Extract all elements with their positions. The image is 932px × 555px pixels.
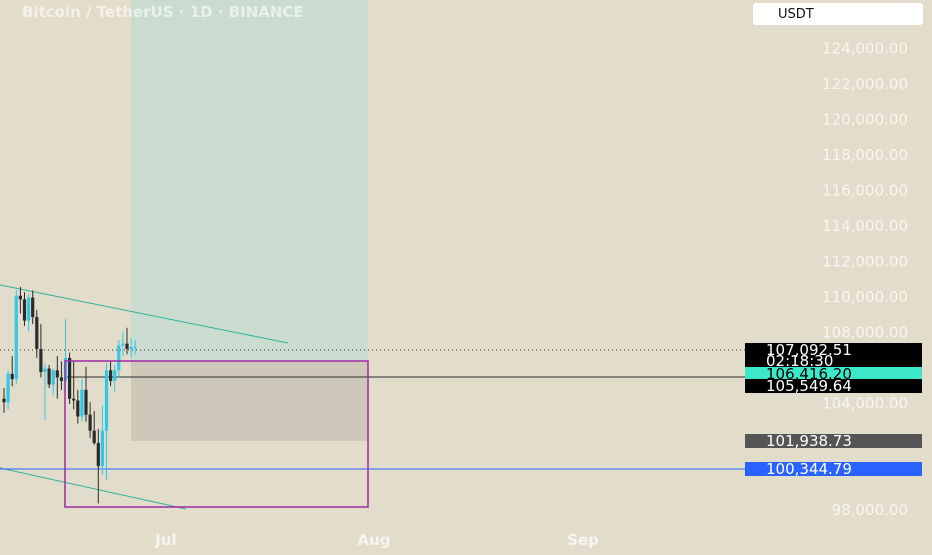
candle-body <box>117 345 121 371</box>
chart-title: Bitcoin / TetherUS · 1D · BINANCE <box>22 3 304 21</box>
candle-body <box>31 297 35 318</box>
candle-body <box>51 370 55 385</box>
candle-body <box>125 343 129 349</box>
candle-body <box>59 377 63 381</box>
candle-body <box>43 368 47 373</box>
candle-body <box>80 389 84 417</box>
price-tag-label: 100,344.79 <box>766 460 852 478</box>
candle-body <box>18 295 22 300</box>
candle-body <box>72 398 76 401</box>
candle-body <box>39 349 43 373</box>
candle-body <box>133 347 137 349</box>
y-axis-tick-label: 104,000.00 <box>822 394 908 412</box>
candle-body <box>68 357 72 399</box>
candlestick-chart[interactable]: Bitcoin / TetherUS · 1D · BINANCE USDT 1… <box>0 0 932 550</box>
currency-button[interactable]: USDT <box>778 7 814 22</box>
candle-body <box>55 370 59 378</box>
candle-body <box>2 398 6 403</box>
y-axis-tick-label: 112,000.00 <box>822 252 908 270</box>
y-axis-tick-label: 124,000.00 <box>822 39 908 57</box>
candle-body <box>35 317 39 349</box>
y-axis-tick-label: 120,000.00 <box>822 110 908 128</box>
candle-body <box>92 430 96 444</box>
y-axis-tick-label: 116,000.00 <box>822 181 908 199</box>
y-axis-tick-label: 98,000.00 <box>832 501 908 519</box>
chart-container[interactable]: Bitcoin / TetherUS · 1D · BINANCE USDT 1… <box>0 0 932 550</box>
candle-body <box>6 373 10 403</box>
x-axis-tick-label: Sep <box>567 531 599 549</box>
candle-body <box>113 370 117 381</box>
candle-body <box>84 389 88 415</box>
candle-body <box>47 368 51 385</box>
candle-body <box>14 295 18 380</box>
candle-body <box>27 297 31 321</box>
y-axis-tick-label: 110,000.00 <box>822 288 908 306</box>
candle-body <box>100 430 104 467</box>
candle-body <box>76 400 80 417</box>
price-tag-label: 101,938.73 <box>766 432 852 450</box>
candle-body <box>129 347 133 349</box>
candle-body <box>22 299 27 321</box>
y-axis-tick-label: 122,000.00 <box>822 75 908 93</box>
y-axis-tick-label: 108,000.00 <box>822 323 908 341</box>
x-axis-tick-label: Jul <box>154 531 176 549</box>
candle-body <box>109 370 113 381</box>
candle-body <box>104 370 109 431</box>
long-position-profit-zone[interactable] <box>131 0 368 361</box>
candle-body <box>96 443 100 467</box>
candle-body <box>88 414 92 431</box>
candle-body <box>10 373 14 380</box>
y-axis-tick-label: 114,000.00 <box>822 217 908 235</box>
candle-body <box>121 343 125 346</box>
x-axis-tick-label: Aug <box>357 531 390 549</box>
long-position-loss-zone[interactable] <box>131 361 368 441</box>
price-tag-label: 105,549.64 <box>766 377 852 395</box>
y-axis-tick-label: 118,000.00 <box>822 146 908 164</box>
